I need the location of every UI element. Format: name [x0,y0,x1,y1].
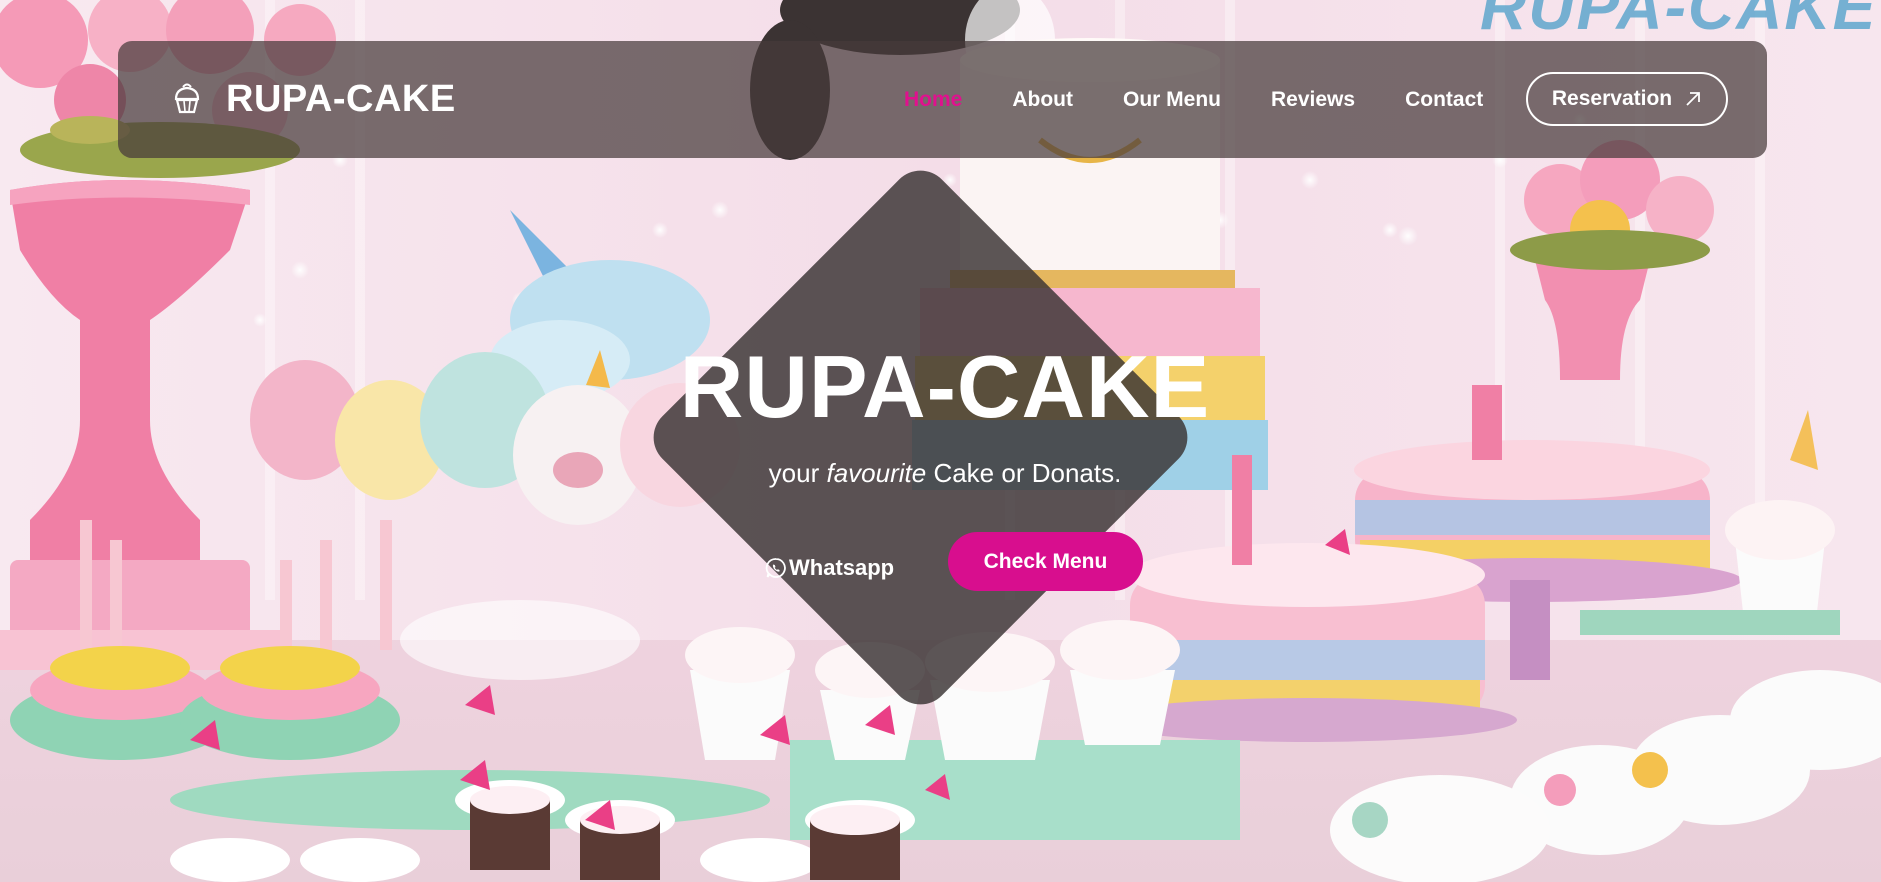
cupcake-icon [174,83,200,114]
nav-link-contact[interactable]: Contact [1405,88,1483,112]
background-sign-text: RUPA-CAKE [1480,0,1878,43]
top-navbar: RUPA-CAKE Home About Our Menu Reviews Co… [118,41,1767,158]
hero-title: RUPA-CAKE [679,337,1211,436]
whatsapp-icon [765,558,786,578]
arrow-up-right-icon [1686,92,1701,106]
nav-link-reviews[interactable]: Reviews [1271,88,1355,112]
nav-link-our-menu[interactable]: Our Menu [1123,88,1221,112]
check-menu-button[interactable]: Check Menu [948,532,1143,591]
hero-subtitle-emphasis: favourite [826,458,927,488]
main-nav: Home About Our Menu Reviews Contact [904,79,1533,121]
brand-logo[interactable]: RUPA-CAKE [170,71,456,127]
whatsapp-label: Whatsapp [789,555,895,580]
hero-subtitle: your favourite Cake or Donats. [768,458,1122,488]
brand-name: RUPA-CAKE [226,77,456,120]
whatsapp-button[interactable]: Whatsapp [765,552,894,584]
nav-link-home[interactable]: Home [904,88,962,112]
reservation-button[interactable]: Reservation [1526,72,1728,126]
reservation-label: Reservation [1551,87,1673,110]
nav-link-about[interactable]: About [1012,88,1073,112]
